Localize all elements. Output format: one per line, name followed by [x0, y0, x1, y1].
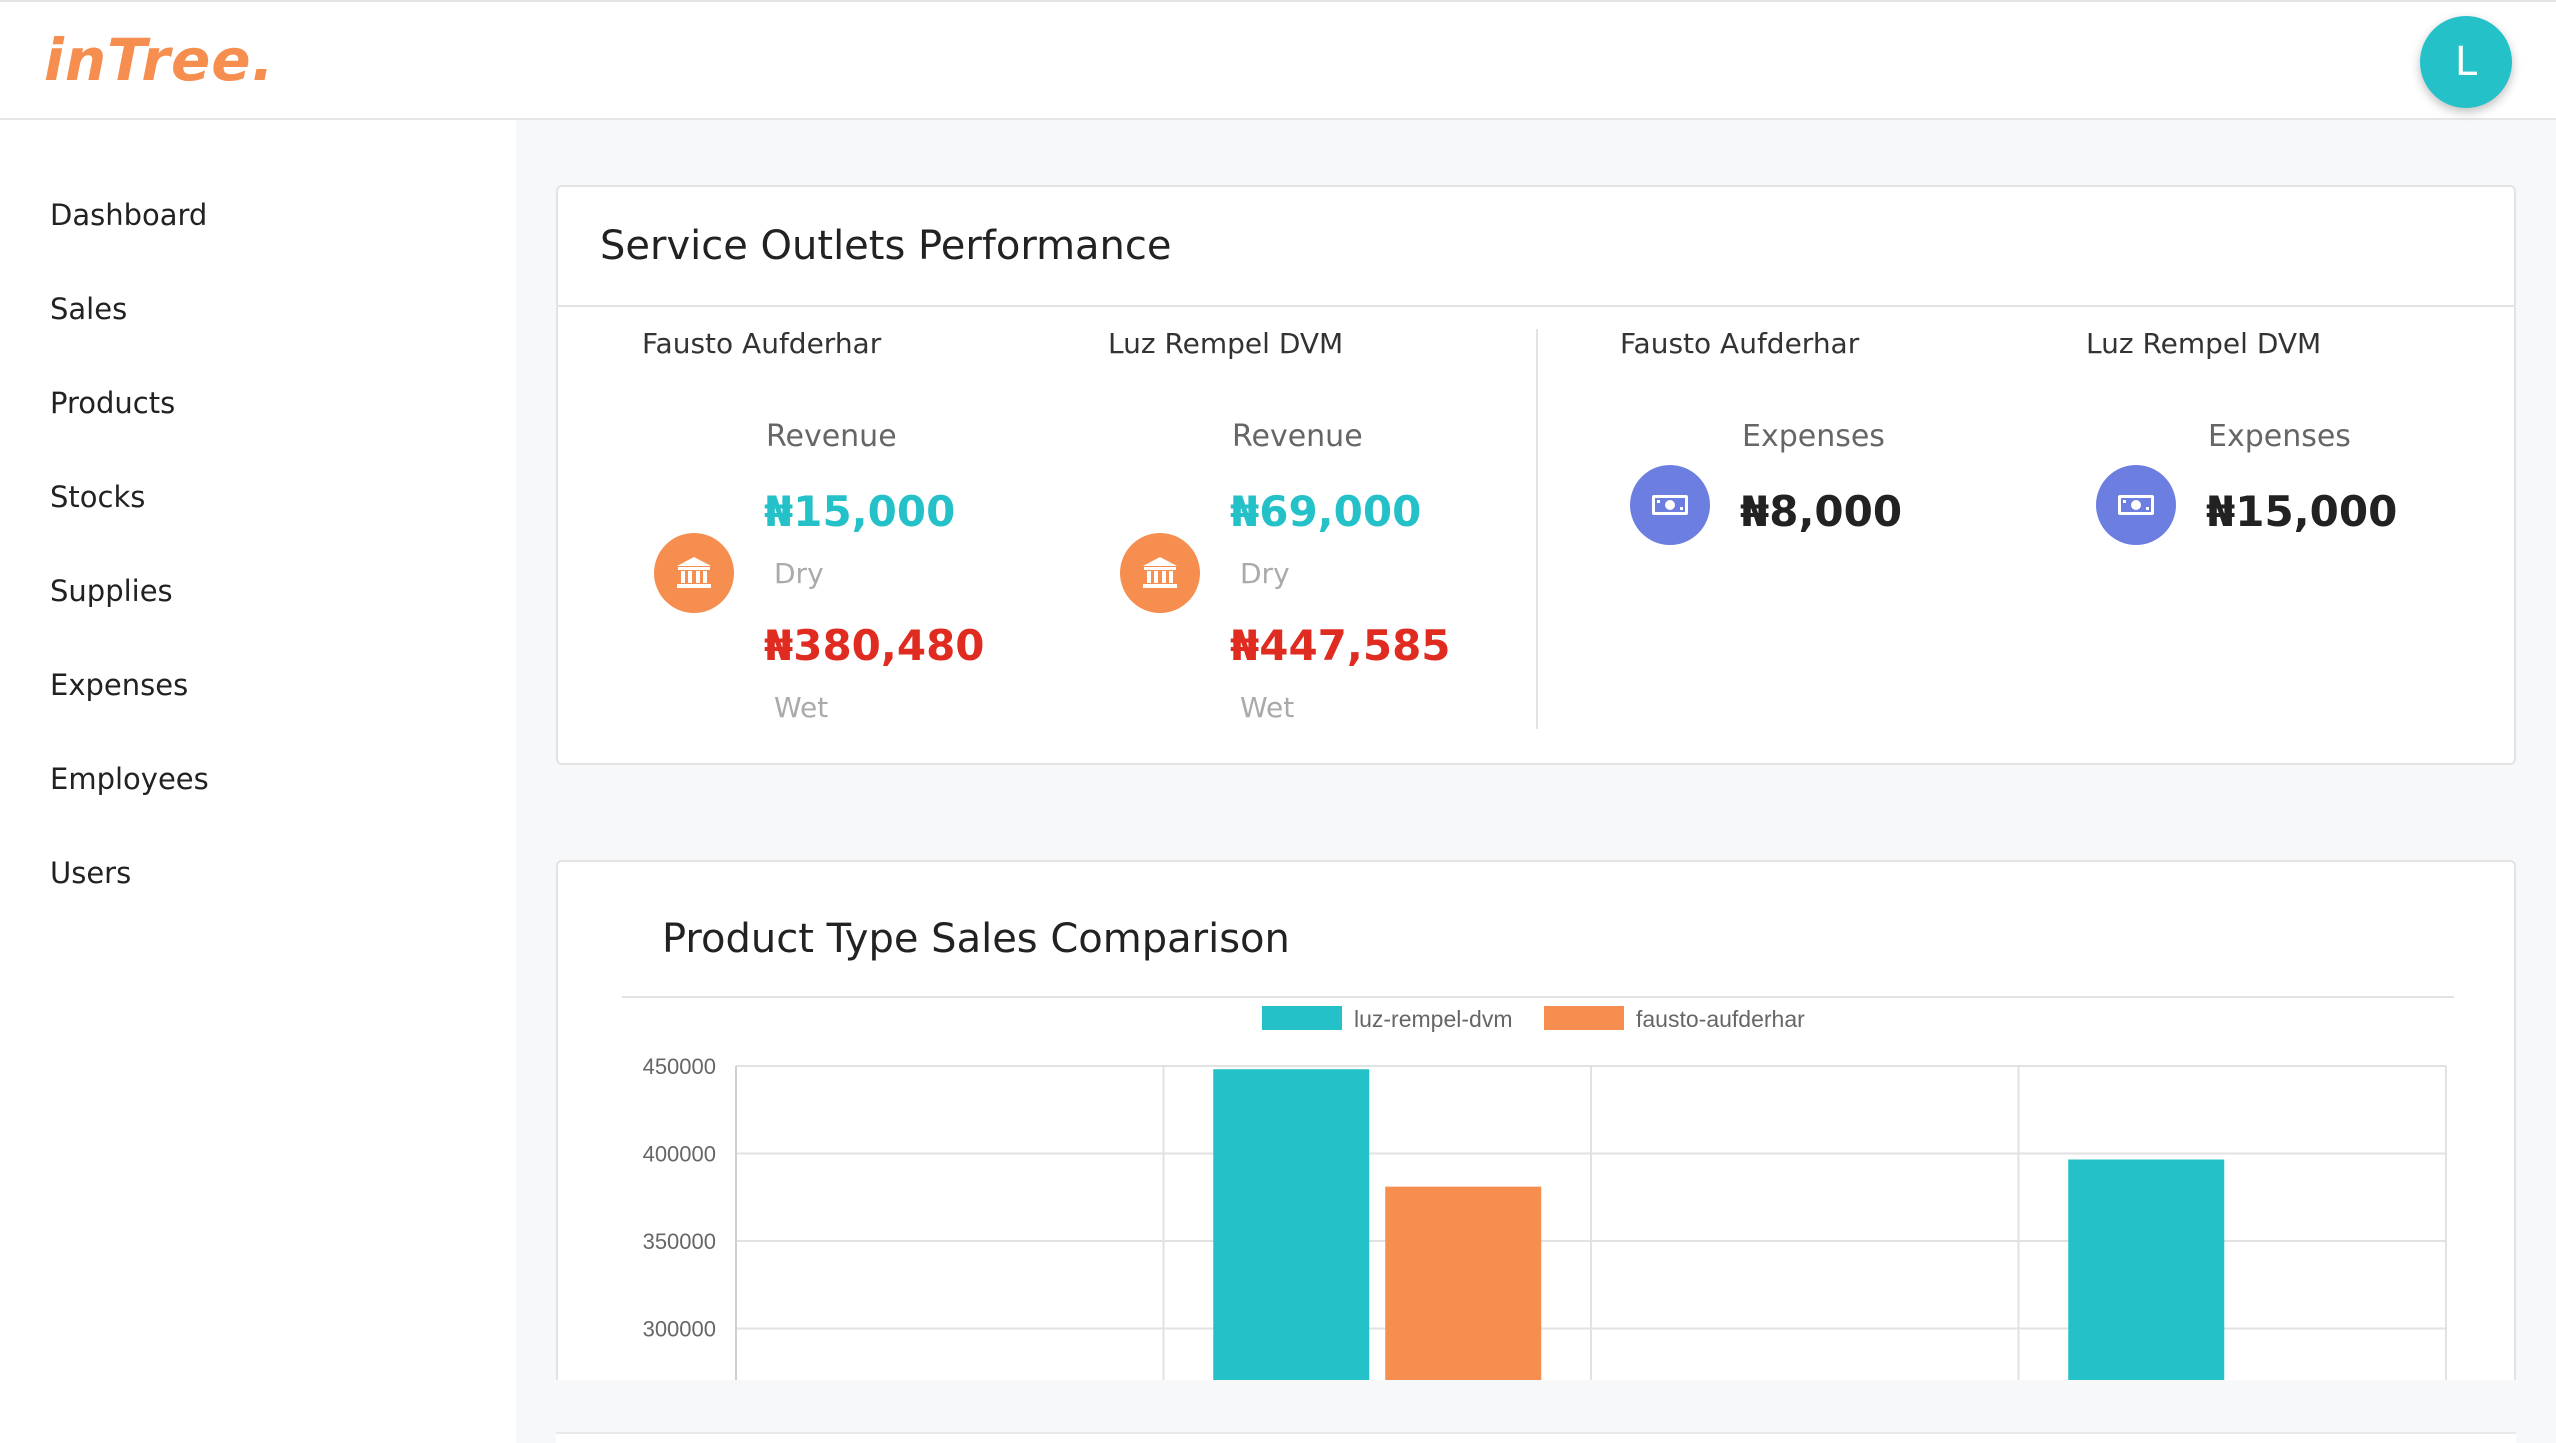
outlet-name: Fausto Aufderhar	[1620, 327, 1860, 360]
money-bill-icon	[1630, 465, 1710, 545]
y-tick-label: 350000	[643, 1229, 716, 1254]
bank-icon	[1120, 533, 1200, 613]
wet-label: Wet	[1240, 691, 1295, 724]
outlet-name: Luz Rempel DVM	[1108, 327, 1344, 360]
outlet-name: Fausto Aufderhar	[642, 327, 882, 360]
wet-revenue-value: ₦380,480	[764, 621, 985, 670]
y-tick-label: 450000	[643, 1054, 716, 1079]
legend-label: fausto-aufderhar	[1636, 1006, 1805, 1032]
app-logo[interactable]: inTree.	[44, 26, 275, 94]
sidebar-item-products[interactable]: Products	[50, 386, 175, 420]
money-bill-icon	[2096, 465, 2176, 545]
sidebar-item-employees[interactable]: Employees	[50, 762, 209, 796]
sidebar-item-sales[interactable]: Sales	[50, 292, 127, 326]
dry-revenue-value: ₦15,000	[764, 487, 956, 536]
outlets-performance-card: Service Outlets Performance Fausto Aufde…	[556, 185, 2516, 765]
expenses-label: Expenses	[2208, 419, 2351, 454]
dry-label: Dry	[1240, 557, 1290, 590]
expenses-label: Expenses	[1742, 419, 1885, 454]
sidebar-item-supplies[interactable]: Supplies	[50, 574, 173, 608]
bar-luz-rempel-dvm	[2068, 1159, 2225, 1380]
bar-fausto-aufderhar	[1385, 1186, 1542, 1380]
legend-swatch	[1262, 1006, 1342, 1030]
y-tick-label: 300000	[643, 1317, 716, 1342]
wet-label: Wet	[774, 691, 829, 724]
next-card-edge	[556, 1432, 2516, 1443]
sales-bar-chart: luz-rempel-dvm fausto-aufderhar 450000 4000…	[643, 1006, 2447, 1380]
revenue-label: Revenue	[1232, 419, 1363, 454]
sidebar-item-expenses[interactable]: Expenses	[50, 668, 188, 702]
legend-swatch	[1544, 1006, 1624, 1030]
user-avatar[interactable]: L	[2420, 16, 2512, 108]
legend-label: luz-rempel-dvm	[1354, 1006, 1512, 1032]
sidebar: Dashboard Sales Products Stocks Supplies…	[0, 120, 516, 1443]
dry-label: Dry	[774, 557, 824, 590]
expense-value: ₦15,000	[2206, 487, 2398, 536]
sidebar-item-users[interactable]: Users	[50, 856, 131, 890]
revenue-label: Revenue	[766, 419, 897, 454]
column-divider	[1536, 329, 1538, 729]
card-divider	[558, 305, 2514, 307]
bar-luz-rempel-dvm	[1213, 1069, 1370, 1380]
dry-revenue-value: ₦69,000	[1230, 487, 1422, 536]
outlet-name: Luz Rempel DVM	[2086, 327, 2322, 360]
wet-revenue-value: ₦447,585	[1230, 621, 1451, 670]
y-tick-label: 400000	[643, 1142, 716, 1167]
card-title: Service Outlets Performance	[600, 223, 1172, 269]
expense-value: ₦8,000	[1740, 487, 1903, 536]
bank-icon	[654, 533, 734, 613]
sales-comparison-card: Product Type Sales Comparison luz-rempel…	[556, 860, 2516, 1380]
top-header: inTree. L	[0, 0, 2556, 120]
sidebar-item-stocks[interactable]: Stocks	[50, 480, 145, 514]
sidebar-item-dashboard[interactable]: Dashboard	[50, 198, 207, 232]
